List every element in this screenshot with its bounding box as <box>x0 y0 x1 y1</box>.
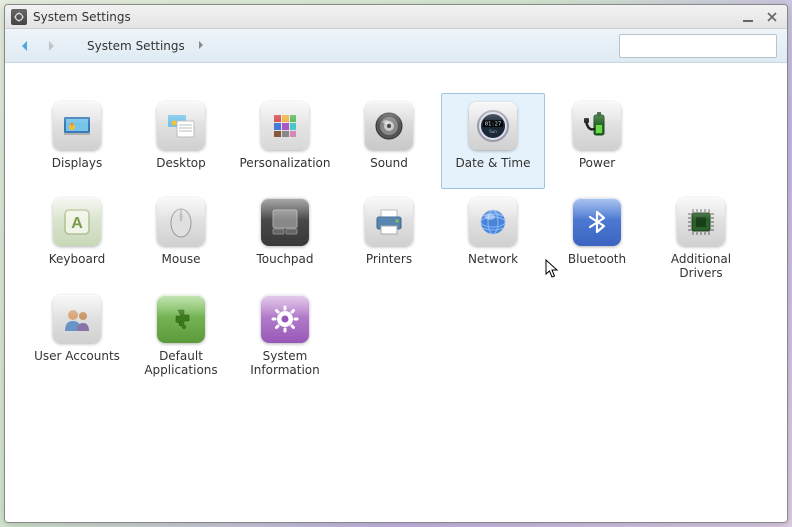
svg-text:A: A <box>71 215 83 232</box>
settings-item-date-time[interactable]: 01:27Sun Date & Time <box>441 93 545 189</box>
settings-item-touchpad[interactable]: Touchpad <box>233 189 337 286</box>
settings-item-bluetooth[interactable]: Bluetooth <box>545 189 649 286</box>
settings-item-user-accounts[interactable]: User Accounts <box>25 286 129 383</box>
breadcrumb[interactable]: System Settings <box>87 39 205 53</box>
settings-item-printers[interactable]: Printers <box>337 189 441 286</box>
settings-item-label: Power <box>579 156 615 184</box>
settings-item-displays[interactable]: Displays <box>25 93 129 189</box>
settings-item-label: Network <box>468 252 518 280</box>
settings-item-network[interactable]: Network <box>441 189 545 286</box>
chevron-right-icon <box>197 39 205 53</box>
settings-item-personalization[interactable]: Personalization <box>233 93 337 189</box>
settings-item-label: Bluetooth <box>568 252 626 280</box>
settings-item-label: Personalization <box>240 156 331 184</box>
settings-item-label: Printers <box>366 252 412 280</box>
minimize-button[interactable] <box>739 9 757 25</box>
system-settings-window: System Settings System Settings <box>4 4 788 523</box>
content-area: Displays Desktop Personalization Sound 01:27… <box>5 63 787 522</box>
settings-item-desktop[interactable]: Desktop <box>129 93 233 189</box>
settings-item-label: Sound <box>370 156 408 184</box>
toolbar: System Settings <box>5 29 787 63</box>
settings-item-keyboard[interactable]: A Keyboard <box>25 189 129 286</box>
close-button[interactable] <box>763 9 781 25</box>
settings-item-additional-drivers[interactable]: Additional Drivers <box>649 189 753 286</box>
window-title: System Settings <box>33 10 131 24</box>
app-icon <box>11 9 27 25</box>
titlebar[interactable]: System Settings <box>5 5 787 29</box>
settings-item-label: Default Applications <box>134 349 228 378</box>
svg-text:01:27: 01:27 <box>485 122 502 128</box>
settings-item-label: Additional Drivers <box>654 252 748 281</box>
settings-item-system-information[interactable]: System Information <box>233 286 337 383</box>
settings-item-default-applications[interactable]: Default Applications <box>129 286 233 383</box>
back-button[interactable] <box>15 36 35 56</box>
settings-item-label: Mouse <box>162 252 201 280</box>
settings-grid: Displays Desktop Personalization Sound 01:27… <box>25 93 767 383</box>
settings-item-label: System Information <box>238 349 332 378</box>
settings-item-label: Touchpad <box>256 252 313 280</box>
search-input[interactable] <box>624 39 779 53</box>
breadcrumb-label: System Settings <box>87 39 185 53</box>
settings-item-mouse[interactable]: Mouse <box>129 189 233 286</box>
settings-item-label: Displays <box>52 156 102 184</box>
forward-button[interactable] <box>41 36 61 56</box>
settings-item-label: User Accounts <box>34 349 120 377</box>
settings-item-sound[interactable]: Sound <box>337 93 441 189</box>
search-field[interactable] <box>619 34 777 58</box>
settings-item-label: Keyboard <box>49 252 105 280</box>
settings-item-label: Desktop <box>156 156 206 184</box>
settings-item-label: Date & Time <box>455 156 530 184</box>
settings-item-power[interactable]: Power <box>545 93 649 189</box>
svg-text:Sun: Sun <box>489 129 497 134</box>
